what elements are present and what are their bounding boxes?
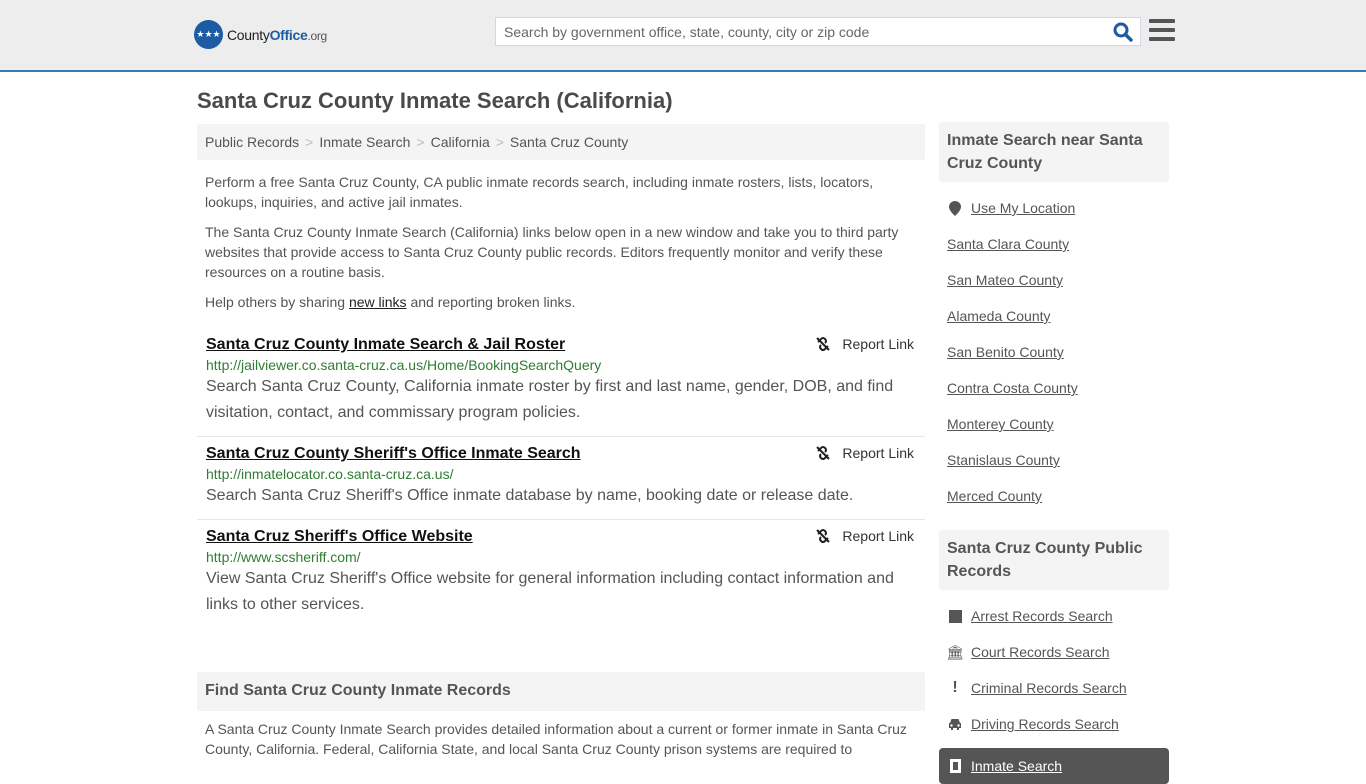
result-title-link[interactable]: Santa Cruz Sheriff's Office Website (206, 528, 473, 546)
intro-text: Perform a free Santa Cruz County, CA pub… (197, 172, 925, 312)
public-records-item[interactable]: Driving Records Search (939, 706, 1169, 742)
breadcrumb-separator: > (305, 134, 314, 150)
result-title-link[interactable]: Santa Cruz County Sheriff's Office Inmat… (206, 445, 581, 463)
criminal-records-link[interactable]: Criminal Records Search (971, 680, 1127, 696)
broken-link-icon (816, 529, 831, 543)
results-list: Santa Cruz County Inmate Search & Jail R… (197, 328, 925, 628)
logo-tld: .org (307, 28, 327, 43)
nearby-county-link[interactable]: San Mateo County (947, 272, 1063, 288)
result-description: Search Santa Cruz County, California inm… (206, 378, 894, 421)
breadcrumb: Public Records > Inmate Search > California >… (197, 124, 925, 160)
arrest-records-link[interactable]: Arrest Records Search (971, 608, 1113, 624)
result-item: Santa Cruz Sheriff's Office Website Repo… (197, 520, 925, 628)
new-links-link[interactable]: new links (349, 294, 407, 310)
report-link-label: Report Link (842, 528, 914, 544)
intro-text-after: and reporting broken links. (406, 294, 576, 310)
main-content: Public Records > Inmate Search > California >… (197, 124, 925, 759)
intro-text-before: Help others by sharing (205, 294, 349, 310)
report-link-label: Report Link (842, 336, 914, 352)
nearby-county-link[interactable]: Stanislaus County (947, 452, 1060, 468)
nearby-item[interactable]: Monterey County (939, 406, 1169, 442)
nearby-item[interactable]: Stanislaus County (939, 442, 1169, 478)
result-url: http://www.scsheriff.com/ (206, 549, 361, 565)
use-my-location-link[interactable]: Use My Location (971, 200, 1075, 216)
result-title-link[interactable]: Santa Cruz County Inmate Search & Jail R… (206, 336, 565, 354)
nearby-county-link[interactable]: Merced County (947, 488, 1042, 504)
result-description: View Santa Cruz Sheriff's Office website… (206, 570, 894, 613)
use-location-item[interactable]: Use My Location (939, 190, 1169, 226)
report-link-button[interactable]: Report Link (815, 336, 914, 352)
exclamation-icon: ! (952, 679, 958, 696)
site-header: ★★★ CountyOffice.org (0, 0, 1366, 72)
public-records-item[interactable]: Arrest Records Search (939, 598, 1169, 634)
door-icon (947, 759, 963, 773)
result-item: Santa Cruz County Inmate Search & Jail R… (197, 328, 925, 437)
breadcrumb-california[interactable]: California (431, 134, 490, 150)
car-icon (947, 718, 963, 730)
nearby-item[interactable]: San Benito County (939, 334, 1169, 370)
nearby-item[interactable]: Alameda County (939, 298, 1169, 334)
eagle-logo-icon: ★★★ (194, 20, 223, 49)
search-input[interactable] (496, 18, 1096, 45)
page-title: Santa Cruz County Inmate Search (Califor… (197, 88, 673, 113)
nearby-county-link[interactable]: Monterey County (947, 416, 1054, 432)
logo-text: CountyOffice.org (227, 27, 327, 43)
breadcrumb-inmate-search[interactable]: Inmate Search (319, 134, 410, 150)
report-link-button[interactable]: Report Link (815, 445, 914, 461)
breadcrumb-public-records[interactable]: Public Records (205, 134, 299, 150)
courthouse-icon: 🏛︎ (946, 643, 964, 660)
square-icon (947, 609, 963, 623)
broken-link-icon (816, 337, 831, 351)
logo-county: County (227, 26, 270, 43)
search-icon[interactable] (1113, 22, 1133, 42)
nearby-list: Use My Location Santa Clara County San M… (939, 190, 1169, 514)
public-records-item-active[interactable]: Inmate Search (939, 748, 1169, 784)
public-records-list: Arrest Records Search 🏛︎ Court Records S… (939, 598, 1169, 784)
driving-records-link[interactable]: Driving Records Search (971, 716, 1119, 732)
report-link-label: Report Link (842, 445, 914, 461)
map-marker-icon (947, 200, 963, 216)
nearby-item[interactable]: Merced County (939, 478, 1169, 514)
breadcrumb-current: Santa Cruz County (509, 134, 629, 150)
public-records-item[interactable]: 🏛︎ Court Records Search (939, 634, 1169, 670)
hamburger-menu-icon[interactable] (1149, 19, 1175, 41)
nearby-item[interactable]: Contra Costa County (939, 370, 1169, 406)
intro-paragraph-2: The Santa Cruz County Inmate Search (Cal… (205, 224, 899, 280)
sidebar: Inmate Search near Santa Cruz County Use… (939, 122, 1169, 784)
nearby-item[interactable]: San Mateo County (939, 262, 1169, 298)
breadcrumb-separator: > (495, 134, 504, 150)
broken-link-icon (816, 446, 831, 460)
nearby-county-link[interactable]: Alameda County (947, 308, 1051, 324)
search-box (495, 17, 1141, 46)
result-item: Santa Cruz County Sheriff's Office Inmat… (197, 437, 925, 520)
logo[interactable]: ★★★ CountyOffice.org (194, 20, 327, 49)
nearby-county-link[interactable]: San Benito County (947, 344, 1064, 360)
public-records-heading: Santa Cruz County Public Records (939, 530, 1169, 590)
breadcrumb-separator: > (416, 134, 425, 150)
logo-office: Office (269, 26, 308, 43)
nearby-county-link[interactable]: Contra Costa County (947, 380, 1078, 396)
report-link-button[interactable]: Report Link (815, 528, 914, 544)
nearby-heading: Inmate Search near Santa Cruz County (939, 122, 1169, 182)
nearby-county-link[interactable]: Santa Clara County (947, 236, 1069, 252)
find-records-body: A Santa Cruz County Inmate Search provid… (205, 721, 907, 757)
result-url: http://jailviewer.co.santa-cruz.ca.us/Ho… (206, 357, 602, 373)
court-records-link[interactable]: Court Records Search (971, 644, 1110, 660)
result-description: Search Santa Cruz Sheriff's Office inmat… (206, 487, 854, 504)
public-records-item[interactable]: ! Criminal Records Search (939, 670, 1169, 706)
intro-paragraph-1: Perform a free Santa Cruz County, CA pub… (205, 174, 874, 210)
result-url: http://inmatelocator.co.santa-cruz.ca.us… (206, 466, 454, 482)
nearby-item[interactable]: Santa Clara County (939, 226, 1169, 262)
find-records-heading: Find Santa Cruz County Inmate Records (197, 672, 925, 711)
intro-paragraph-3: Help others by sharing new links and rep… (205, 292, 917, 312)
inmate-search-link[interactable]: Inmate Search (971, 758, 1062, 774)
